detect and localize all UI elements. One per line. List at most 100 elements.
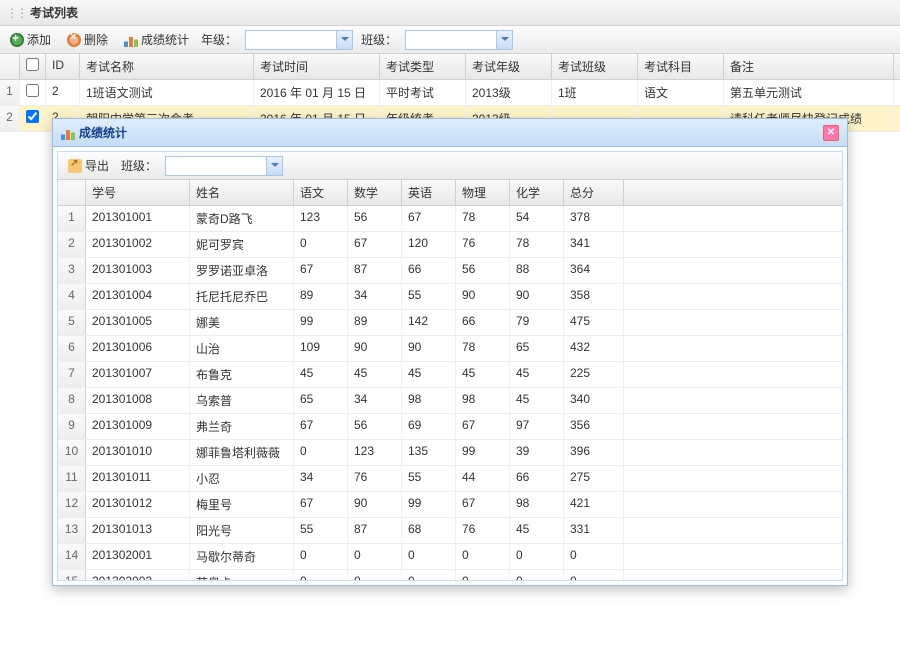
- stats-row[interactable]: 1201301001蒙奇D路飞12356677854378: [58, 206, 842, 232]
- cell-sid: 201301012: [86, 492, 190, 517]
- class-combo[interactable]: [405, 30, 513, 50]
- stats-row[interactable]: 10201301010娜菲鲁塔利薇薇01231359939396: [58, 440, 842, 466]
- cell-score: 98: [510, 492, 564, 517]
- cell-score: 0: [402, 570, 456, 580]
- export-button[interactable]: 导出: [64, 155, 113, 176]
- stats-row[interactable]: 12201301012梅里号6790996798421: [58, 492, 842, 518]
- cell-score: 45: [348, 362, 402, 387]
- grade-combo[interactable]: [245, 30, 353, 50]
- rownum-header: [58, 180, 86, 205]
- stats-row[interactable]: 7201301007布鲁克4545454545225: [58, 362, 842, 388]
- cell-sname: 娜菲鲁塔利薇薇: [190, 440, 294, 465]
- cell-score: 0: [402, 544, 456, 569]
- rownum: 14: [58, 544, 86, 569]
- col-subject[interactable]: 考试科目: [638, 54, 724, 79]
- class-combo-input[interactable]: [406, 31, 496, 49]
- cell-score: 98: [456, 388, 510, 413]
- col-id[interactable]: ID: [46, 54, 80, 79]
- add-button[interactable]: 添加: [6, 29, 55, 50]
- cell-type: 平时考试: [380, 80, 466, 105]
- cell-score: 45: [456, 362, 510, 387]
- cell-score: 0: [348, 544, 402, 569]
- col-grade[interactable]: 考试年级: [466, 54, 552, 79]
- stats-row[interactable]: 14201302001马歇尔蒂奇000000: [58, 544, 842, 570]
- cell-time: 2016 年 01 月 15 日: [254, 80, 380, 105]
- chevron-down-icon[interactable]: [336, 31, 352, 49]
- cell-score: 45: [510, 362, 564, 387]
- checkbox-header[interactable]: [20, 54, 46, 79]
- delete-button[interactable]: 删除: [63, 29, 112, 50]
- close-button[interactable]: ✕: [823, 125, 839, 141]
- stats-label: 成绩统计: [141, 31, 189, 48]
- cell-score: 0: [294, 570, 348, 580]
- grade-combo-input[interactable]: [246, 31, 336, 49]
- row-checkbox[interactable]: [20, 106, 46, 131]
- modal-class-input[interactable]: [166, 157, 266, 175]
- cell-score: 331: [564, 518, 624, 543]
- col-remark[interactable]: 备注: [724, 54, 894, 79]
- chevron-down-icon[interactable]: [496, 31, 512, 49]
- col-s1[interactable]: 语文: [294, 180, 348, 205]
- stats-icon: [61, 126, 75, 140]
- stats-row[interactable]: 5201301005娜美99891426679475: [58, 310, 842, 336]
- col-s2[interactable]: 数学: [348, 180, 402, 205]
- cell-score: 54: [510, 206, 564, 231]
- stats-row[interactable]: 6201301006山治10990907865432: [58, 336, 842, 362]
- cell-score: 76: [456, 518, 510, 543]
- col-time[interactable]: 考试时间: [254, 54, 380, 79]
- close-icon: ✕: [827, 127, 835, 138]
- cell-sname: 范奥卡: [190, 570, 294, 580]
- delete-label: 删除: [84, 31, 108, 48]
- stats-row[interactable]: 2201301002妮可罗宾0671207678341: [58, 232, 842, 258]
- cell-score: 76: [348, 466, 402, 491]
- cell-score: 56: [348, 414, 402, 439]
- cell-score: 123: [348, 440, 402, 465]
- modal-header[interactable]: 成绩统计 ✕: [53, 119, 847, 147]
- cell-score: 56: [456, 258, 510, 283]
- stats-row[interactable]: 3201301003罗罗诺亚卓洛6787665688364: [58, 258, 842, 284]
- cell-score: 79: [510, 310, 564, 335]
- cell-score: 78: [456, 336, 510, 361]
- cell-score: 56: [348, 206, 402, 231]
- cell-score: 55: [294, 518, 348, 543]
- col-name[interactable]: 考试名称: [80, 54, 254, 79]
- modal-class-combo[interactable]: [165, 156, 283, 176]
- stats-row[interactable]: 8201301008乌索普6534989845340: [58, 388, 842, 414]
- cell-score: 90: [348, 336, 402, 361]
- row-checkbox[interactable]: [20, 80, 46, 105]
- main-toolbar: 添加 删除 成绩统计 年级： 班级：: [0, 26, 900, 54]
- cell-score: 358: [564, 284, 624, 309]
- stats-button[interactable]: 成绩统计: [120, 29, 193, 50]
- cell-remark: 第五单元测试: [724, 80, 894, 105]
- cell-sname: 娜美: [190, 310, 294, 335]
- col-sname[interactable]: 姓名: [190, 180, 294, 205]
- exam-grid-header: ID 考试名称 考试时间 考试类型 考试年级 考试班级 考试科目 备注: [0, 54, 900, 80]
- cell-sname: 布鲁克: [190, 362, 294, 387]
- col-total[interactable]: 总分: [564, 180, 624, 205]
- cell-score: 66: [510, 466, 564, 491]
- col-s3[interactable]: 英语: [402, 180, 456, 205]
- cell-score: 76: [456, 232, 510, 257]
- stats-row[interactable]: 4201301004托尼托尼乔巴8934559090358: [58, 284, 842, 310]
- col-type[interactable]: 考试类型: [380, 54, 466, 79]
- exam-row[interactable]: 121班语文测试2016 年 01 月 15 日平时考试2013级1班语文第五单…: [0, 80, 900, 106]
- cell-score: 97: [510, 414, 564, 439]
- col-s4[interactable]: 物理: [456, 180, 510, 205]
- stats-row[interactable]: 15201302002范奥卡000000: [58, 570, 842, 580]
- stats-row[interactable]: 11201301011小忍3476554466275: [58, 466, 842, 492]
- cell-score: 68: [402, 518, 456, 543]
- stats-row[interactable]: 13201301013阳光号5587687645331: [58, 518, 842, 544]
- stats-grid-body[interactable]: 1201301001蒙奇D路飞123566778543782201301002妮…: [58, 206, 842, 580]
- cell-score: 55: [402, 466, 456, 491]
- chevron-down-icon[interactable]: [266, 157, 282, 175]
- cell-score: 55: [402, 284, 456, 309]
- cell-sname: 托尼托尼乔巴: [190, 284, 294, 309]
- col-class[interactable]: 考试班级: [552, 54, 638, 79]
- col-sid[interactable]: 学号: [86, 180, 190, 205]
- rownum: 11: [58, 466, 86, 491]
- stats-row[interactable]: 9201301009弗兰奇6756696797356: [58, 414, 842, 440]
- cell-score: 34: [348, 388, 402, 413]
- cell-score: 475: [564, 310, 624, 335]
- col-s5[interactable]: 化学: [510, 180, 564, 205]
- cell-score: 34: [348, 284, 402, 309]
